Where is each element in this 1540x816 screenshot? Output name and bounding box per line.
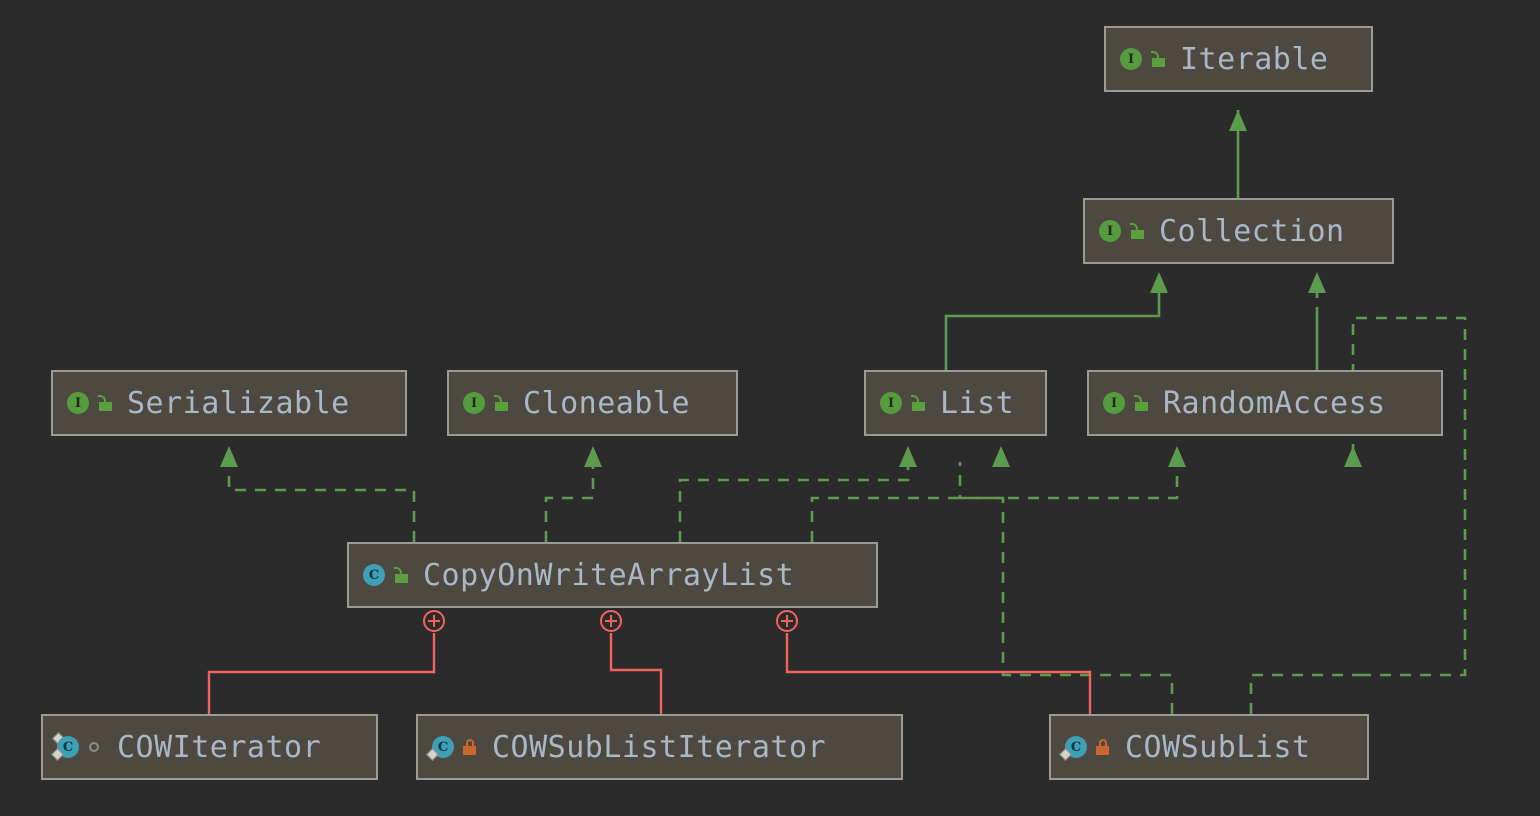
node-label: Collection bbox=[1159, 213, 1345, 249]
edge-cowsublist-to-list bbox=[958, 462, 1174, 714]
open-lock-icon bbox=[1128, 221, 1146, 241]
node-label: COWSubList bbox=[1125, 729, 1311, 765]
nested-class-icon: C bbox=[51, 732, 81, 761]
interface-glyph-letter: I bbox=[880, 392, 902, 414]
edge-cowal-to-randomaccess bbox=[810, 462, 1179, 542]
interface-icon: I bbox=[1118, 46, 1144, 72]
nesting-edges bbox=[207, 633, 1092, 714]
open-lock-icon bbox=[96, 393, 114, 413]
cowal-icons: C bbox=[361, 562, 410, 588]
closed-lock-icon bbox=[461, 737, 479, 757]
interface-glyph-letter: I bbox=[1103, 392, 1125, 414]
node-label: COWIterator bbox=[117, 729, 322, 765]
nesting-badge-cowsublistiterator[interactable] bbox=[600, 610, 622, 632]
nested-class-icon: C bbox=[1059, 734, 1089, 761]
open-lock-icon bbox=[1149, 49, 1167, 69]
node-iterable[interactable]: I Iterable bbox=[1104, 26, 1373, 92]
edge-list-to-collection bbox=[944, 272, 1168, 370]
arrowhead-cloneable bbox=[584, 446, 602, 467]
node-cowsublist[interactable]: C COWSubList bbox=[1049, 714, 1369, 780]
open-lock-icon bbox=[392, 565, 410, 585]
arrowhead-list-from-cowsublist bbox=[992, 446, 1010, 467]
cloneable-icons: I bbox=[461, 390, 510, 416]
arrowhead-list-from-cowal bbox=[899, 446, 917, 467]
cowsublistiterator-icons: C bbox=[426, 734, 479, 761]
arrowhead-randomaccess-from-cowal bbox=[1168, 446, 1186, 467]
interface-glyph-letter: I bbox=[463, 392, 485, 414]
node-label: COWSubListIterator bbox=[492, 729, 827, 765]
edge-cowsublist-nesting bbox=[785, 633, 1092, 714]
serializable-icons: I bbox=[65, 390, 114, 416]
node-label: RandomAccess bbox=[1163, 385, 1386, 421]
node-label: CopyOnWriteArrayList bbox=[423, 557, 795, 593]
open-lock-icon bbox=[1132, 393, 1150, 413]
edge-cowal-to-cloneable bbox=[544, 462, 595, 542]
randomaccess-icons: I bbox=[1101, 390, 1150, 416]
nesting-badge-cowsublist[interactable] bbox=[776, 610, 798, 632]
list-icons: I bbox=[878, 390, 927, 416]
package-circle-icon bbox=[86, 737, 104, 757]
cowsublist-icons: C bbox=[1059, 734, 1112, 761]
interface-glyph-letter: I bbox=[1099, 220, 1121, 242]
edge-collection-to-iterable bbox=[1229, 110, 1247, 198]
edge-cowal-to-list bbox=[678, 462, 910, 542]
interface-icon: I bbox=[1101, 390, 1127, 416]
node-cowsublistiterator[interactable]: C COWSubListIterator bbox=[416, 714, 903, 780]
nested-class-icon: C bbox=[426, 734, 456, 761]
node-cowiterator[interactable]: C COWIterator bbox=[41, 714, 378, 780]
interface-icon: I bbox=[65, 390, 91, 416]
cowiterator-icons: C bbox=[51, 732, 104, 761]
edge-cowal-to-serializable bbox=[227, 462, 416, 542]
interface-icon: I bbox=[461, 390, 487, 416]
node-cloneable[interactable]: I Cloneable bbox=[447, 370, 738, 436]
collection-icons: I bbox=[1097, 218, 1146, 244]
arrowhead-randomaccess-from-cowsublist bbox=[1344, 446, 1362, 467]
open-lock-icon bbox=[492, 393, 510, 413]
edge-cowsublistiterator-nesting bbox=[609, 633, 663, 714]
interface-glyph-letter: I bbox=[1120, 48, 1142, 70]
node-serializable[interactable]: I Serializable bbox=[51, 370, 407, 436]
closed-lock-icon bbox=[1094, 737, 1112, 757]
edge-randomaccess-to-collection bbox=[1308, 272, 1326, 370]
node-label: List bbox=[940, 385, 1015, 421]
arrowhead-serializable bbox=[220, 446, 238, 467]
interface-icon: I bbox=[1097, 218, 1123, 244]
node-copyonwritearraylist[interactable]: C CopyOnWriteArrayList bbox=[347, 542, 878, 608]
interface-icon: I bbox=[878, 390, 904, 416]
node-list[interactable]: I List bbox=[864, 370, 1047, 436]
node-collection[interactable]: I Collection bbox=[1083, 198, 1394, 264]
iterable-icons: I bbox=[1118, 46, 1167, 72]
class-icon: C bbox=[361, 562, 387, 588]
node-label: Iterable bbox=[1180, 41, 1329, 77]
uml-class-diagram: I Iterable I Collection I Serializable I… bbox=[0, 0, 1540, 816]
node-randomaccess[interactable]: I RandomAccess bbox=[1087, 370, 1443, 436]
class-glyph-letter: C bbox=[363, 564, 385, 586]
nesting-badge-cowiterator[interactable] bbox=[423, 610, 445, 632]
interface-glyph-letter: I bbox=[67, 392, 89, 414]
open-lock-icon bbox=[909, 393, 927, 413]
edge-cowiterator-nesting bbox=[207, 633, 436, 714]
node-label: Serializable bbox=[127, 385, 350, 421]
node-label: Cloneable bbox=[523, 385, 691, 421]
